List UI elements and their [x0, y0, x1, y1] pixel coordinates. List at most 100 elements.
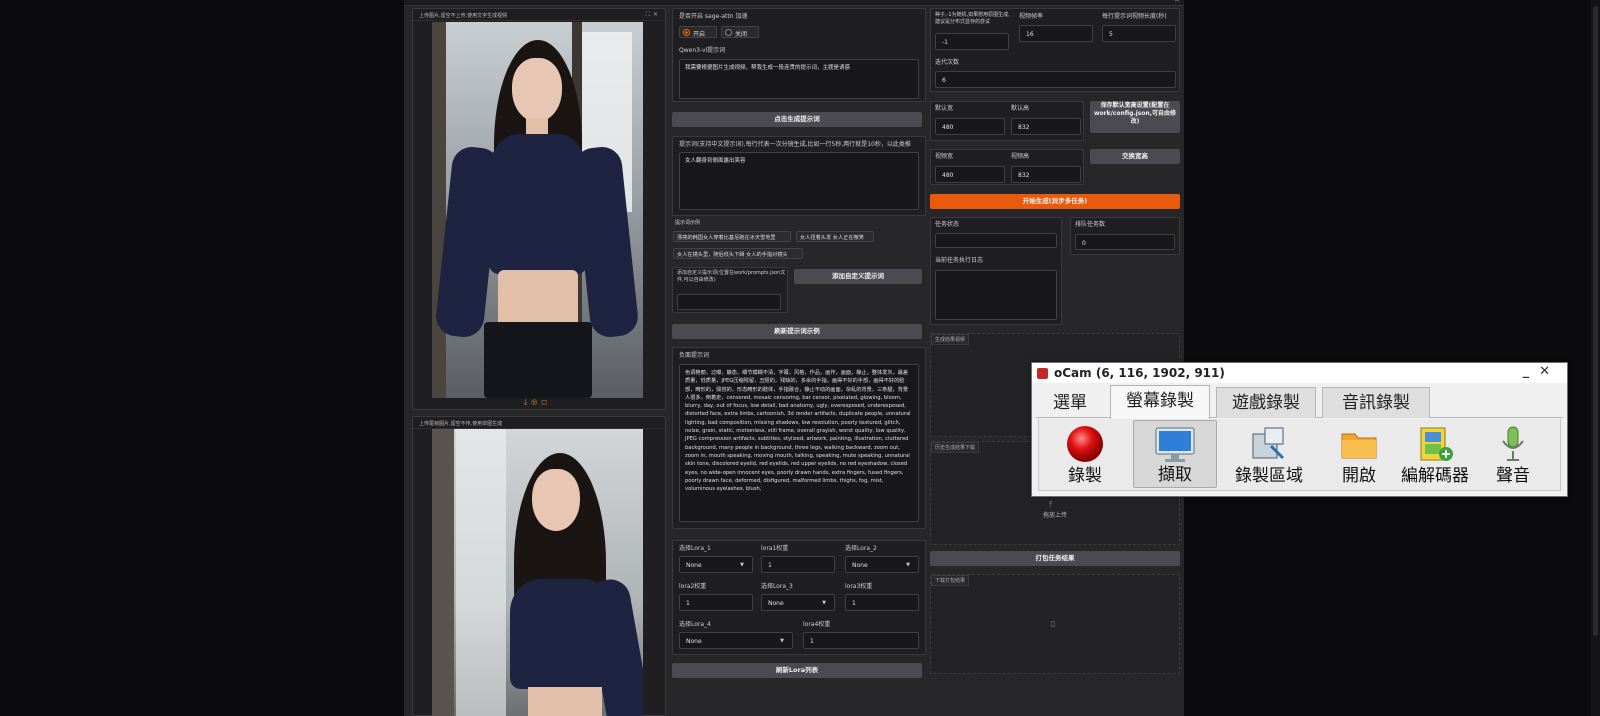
open-button[interactable]: 開啟 [1327, 420, 1391, 488]
sound-button[interactable]: 聲音 [1481, 420, 1545, 488]
negative-prompt-panel: 负面提示词 色调艳丽，过曝，静态，细节模糊不清，字幕，风格，作品，画作，画面，静… [672, 347, 926, 529]
lora3-weight-label: lora3权重 [845, 583, 873, 590]
codec-button[interactable]: 編解碼器 [1389, 420, 1481, 488]
width-input[interactable]: 480 [935, 118, 1005, 135]
record-label: 錄製 [1068, 466, 1102, 486]
lora3-value: None [768, 600, 784, 607]
negative-prompt-textarea[interactable]: 色调艳丽，过曝，静态，细节模糊不清，字幕，风格，作品，画作，画面，静止，整体发灰… [679, 364, 919, 522]
record-icon [1067, 426, 1103, 462]
save-default-size-button[interactable]: 保存默认宽高设置(配置在work/config.json,可自由修改) [1090, 101, 1180, 133]
lora1-value: None [686, 562, 702, 569]
queue-panel: 排队任务数 0 [1070, 217, 1180, 255]
video-width-label: 视频宽 [935, 153, 954, 160]
folder-icon [1341, 433, 1377, 459]
close-icon[interactable]: ✕ [1174, 0, 1180, 4]
video-height-input[interactable]: 832 [1011, 166, 1081, 183]
seed-input[interactable]: -1 [935, 33, 1009, 50]
lora2-value: None [852, 562, 868, 569]
tab-screen-record[interactable]: 螢幕錄製 [1110, 385, 1210, 419]
lora4-weight-input[interactable]: 1 [803, 632, 919, 649]
open-label: 開啟 [1342, 466, 1376, 486]
capture-label: 擷取 [1158, 465, 1192, 485]
chevron-down-icon: ▼ [780, 638, 784, 644]
ocam-tabs: 選單 螢幕錄製 遊戲錄製 音訊錄製 [1036, 385, 1563, 419]
custom-prompt-input[interactable] [677, 294, 781, 310]
custom-prompt-panel: 添加自定义提示词(位置在work/prompts.json文件,可以自由修改) [672, 267, 788, 313]
image-tools-icons[interactable]: ⤓◎◻ [524, 398, 551, 407]
steps-input[interactable]: 6 [935, 71, 1176, 88]
ocam-titlebar[interactable]: oCam (6, 116, 1902, 911) _✕ [1032, 363, 1567, 383]
lora3-weight-input[interactable]: 1 [845, 594, 919, 611]
video-size-panel: 视频宽 480 视频高 832 [930, 149, 1084, 185]
custom-prompt-label: 添加自定义提示词(位置在work/prompts.json文件,可以自由修改) [677, 270, 786, 283]
video-height-label: 视频高 [1011, 153, 1030, 160]
lora2-select[interactable]: None ▼ [845, 556, 919, 573]
lora4-label: 选择Lora_4 [679, 621, 711, 628]
height-input[interactable]: 832 [1011, 118, 1081, 135]
radio-off-label: 关闭 [735, 31, 748, 38]
start-image-panel[interactable]: 上传图片,留空不上传,使用文字生成视频 ⛶✕ ⤓◎◻ [412, 8, 666, 410]
example-chip-3[interactable]: 女人在镜头里，随后低头下蹲 女人的手指对镜头 [673, 248, 803, 259]
fps-input[interactable]: 16 [1019, 25, 1093, 42]
lora2-weight-input[interactable]: 1 [679, 594, 753, 611]
lora-panel: 选择Lora_1 None ▼ lora1权重 1 选择Lora_2 None ▼ … [672, 540, 926, 655]
capture-button[interactable]: 擷取 [1133, 420, 1217, 488]
history-label: 历史生成结果下载 [931, 442, 980, 453]
example-chip-1[interactable]: 漂亮的韩国女人穿着比基尼跑在冰天雪地里 [673, 231, 791, 242]
seconds-label: 每行提示词视频长度(秒) [1102, 13, 1167, 20]
task-status-panel: 任务状态 当前任务执行日志 [930, 217, 1062, 325]
download-area[interactable]: ▯ [930, 574, 1180, 674]
end-image-preview [432, 429, 643, 716]
record-button[interactable]: 錄製 [1053, 420, 1117, 488]
example-chip-2[interactable]: 女人扭着头发 女人正在微笑 [796, 231, 874, 242]
prompt-label: 提示词(支持中文提示词),每行代表一次分镜生成,比如一行5秒,两行就是10秒，以… [679, 141, 911, 148]
end-image-header: 上传尾帧图片,留空不传,使用单图生成 [413, 417, 665, 429]
refresh-lora-button[interactable]: 刷新Lora列表 [672, 663, 922, 678]
video-width-input[interactable]: 480 [935, 166, 1005, 183]
ocam-window[interactable]: oCam (6, 116, 1902, 911) _✕ 選單 螢幕錄製 遊戲錄製… [1031, 362, 1568, 497]
record-area-label: 錄製區域 [1235, 466, 1303, 486]
scrollbar-thumb[interactable] [1593, 6, 1598, 636]
add-custom-prompt-button[interactable]: 添加自定义提示词 [794, 269, 922, 284]
radio-on-label: 开启 [693, 31, 706, 38]
drop-text: 拖放上传 [1042, 512, 1067, 519]
prompt-textarea[interactable]: 女人翻身到侧面露出笑容 [679, 152, 919, 210]
minimize-close-icons[interactable]: _✕ [1523, 364, 1560, 379]
lora3-select[interactable]: None ▼ [761, 594, 835, 611]
image-upload-label: 上传图片,留空不上传,使用文字生成视频 [419, 13, 508, 19]
microphone-icon [1502, 426, 1524, 461]
fps-label: 视频帧率 [1019, 13, 1044, 20]
record-area-button[interactable]: 錄製區域 [1221, 420, 1317, 488]
end-image-panel[interactable]: 上传尾帧图片,留空不传,使用单图生成 [412, 416, 666, 716]
ocam-title: oCam (6, 116, 1902, 911) [1054, 366, 1225, 380]
file-icon: ▯ [1051, 619, 1056, 628]
start-image-preview [432, 22, 643, 398]
page-scrollbar[interactable] [1591, 0, 1600, 716]
sage-attn-off-radio[interactable]: 关闭 [721, 26, 759, 38]
pack-results-button[interactable]: 打包任务结果 [930, 551, 1180, 566]
swap-size-button[interactable]: 交换宽高 [1090, 149, 1180, 164]
queue-label: 排队任务数 [1075, 221, 1106, 228]
lora1-select[interactable]: None ▼ [679, 556, 753, 573]
download-label: 下载打包结果 [931, 575, 970, 586]
generate-prompt-button[interactable]: 点击生成提示词 [672, 112, 922, 127]
sage-attn-on-radio[interactable]: 开启 [679, 26, 717, 38]
seed-label: 种子,-1为随机,如果想用原图生成,建议是分布式显存的尝试 [935, 12, 1010, 25]
qwen-label: Qwen3-vl提示词 [679, 47, 726, 54]
tab-audio-record[interactable]: 音訊錄製 [1322, 387, 1430, 418]
lora4-select[interactable]: None ▼ [679, 632, 793, 649]
log-output [935, 270, 1057, 320]
lora1-weight-input[interactable]: 1 [761, 556, 835, 573]
tab-game-record[interactable]: 遊戲錄製 [1216, 387, 1316, 418]
start-generate-button[interactable]: 开始生成(异步多任务) [930, 194, 1180, 209]
chevron-down-icon: ▼ [906, 562, 910, 568]
chevron-down-icon: ▼ [740, 562, 744, 568]
codec-label: 編解碼器 [1401, 466, 1469, 486]
tab-menu[interactable]: 選單 [1036, 387, 1104, 418]
log-label: 当前任务执行日志 [935, 257, 984, 264]
height-label: 默认高 [1011, 105, 1030, 112]
qwen-prompt-textarea[interactable]: 我需要根据图片生成视频，帮我生成一段连贯的提示词，主题是诱惑 [679, 59, 919, 99]
fullscreen-close-icons[interactable]: ⛶✕ [646, 11, 661, 19]
seconds-input[interactable]: 5 [1102, 25, 1176, 42]
refresh-examples-button[interactable]: 刷新提示词示例 [672, 324, 922, 339]
